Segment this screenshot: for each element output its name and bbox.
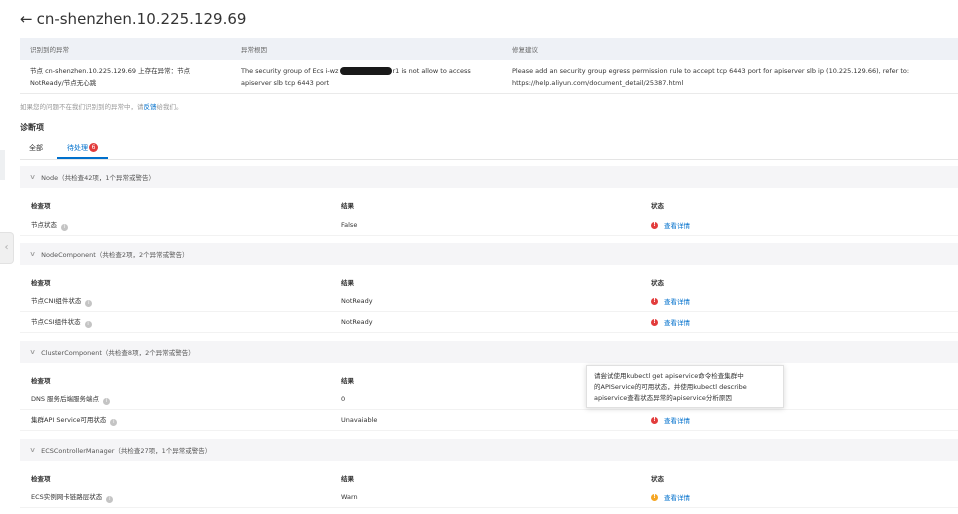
root-cause-cell: The security group of Ecs i-wz r1 is not … (241, 66, 471, 87)
table-row: DNS 服务后端服务端点 i 0 (20, 389, 958, 410)
abnormal-table-header: 识别到的异常 异常根因 修复建议 (20, 38, 958, 60)
column-header-row: 检查项 结果 状态 (31, 279, 664, 287)
header-fix-suggestion: 修复建议 (512, 46, 538, 54)
column-header-row: 检查项 结果 (31, 377, 354, 385)
error-status-icon: ! (651, 318, 658, 326)
error-status-icon: ! (651, 416, 658, 424)
info-icon[interactable]: i (103, 398, 111, 405)
group-header-ecscontrollermanager[interactable]: ∨ ECSControllerManager（共检查27项，1个异常或警告） (20, 439, 958, 461)
abnormal-table-row: 节点 cn-shenzhen.10.225.129.69 上存在异常：节点 No… (20, 60, 958, 94)
error-status-icon: ! (651, 297, 658, 305)
pending-count-badge: 6 (89, 143, 98, 152)
sidebar-toggle-handle[interactable]: ‹ (0, 232, 14, 264)
fix-suggestion-cell: Please add an security group egress perm… (500, 65, 958, 89)
info-icon[interactable]: i (85, 300, 93, 307)
header-identified-abnormal: 识别到的异常 (30, 46, 69, 54)
table-row: 节点CNI组件状态 i NotReady ! 查看详情 (20, 291, 958, 312)
view-details-link[interactable]: 查看详情 (664, 492, 690, 502)
abnormal-summary-table: 识别到的异常 异常根因 修复建议 节点 cn-shenzhen.10.225.1… (20, 38, 958, 94)
table-row: 节点状态 i False ! 查看详情 (20, 215, 958, 236)
column-header-row: 检查项 结果 状态 (31, 202, 664, 210)
chevron-down-icon: ∨ (29, 173, 36, 181)
tab-pending[interactable]: 待处理 6 (57, 141, 108, 159)
diagnosis-tooltip: 请尝试使用kubectl get apiservice命令检查集群中 的APIS… (586, 365, 784, 408)
diagnosis-tabs: 全部 待处理 6 (20, 141, 958, 160)
back-arrow-icon[interactable]: ← (20, 10, 33, 28)
table-row: 节点CSI组件状态 i NotReady ! 查看详情 (20, 312, 958, 333)
feedback-link[interactable]: 反馈 (144, 103, 157, 111)
view-details-link[interactable]: 查看详情 (664, 317, 690, 327)
view-details-link[interactable]: 查看详情 (664, 415, 690, 425)
sidebar-edge (0, 150, 5, 180)
header-root-cause: 异常根因 (241, 46, 267, 54)
info-icon[interactable]: i (84, 321, 92, 328)
diagnosis-section-title: 诊断项 (20, 123, 44, 132)
group-header-clustercomponent[interactable]: ∨ ClusterComponent（共检查8项，2个异常或警告） (20, 341, 958, 363)
warning-status-icon: ! (651, 493, 658, 501)
chevron-down-icon: ∨ (29, 446, 36, 454)
info-icon[interactable]: i (106, 496, 114, 503)
redaction-mark (340, 66, 393, 75)
page-header: ← cn-shenzhen.10.225.129.69 (20, 6, 246, 32)
feedback-note: 如果您的问题不在我们识别到的异常中，请反馈给我们。 (20, 103, 183, 111)
info-icon[interactable]: i (110, 419, 118, 426)
group-header-node[interactable]: ∨ Node（共检查42项，1个异常或警告） (20, 166, 958, 188)
view-details-link[interactable]: 查看详情 (664, 296, 690, 306)
error-status-icon: ! (651, 221, 658, 229)
table-row: 集群API Service可用状态 i Unavaiable ! 查看详情 (20, 410, 958, 431)
identified-abnormal-cell: 节点 cn-shenzhen.10.225.129.69 上存在异常：节点 No… (30, 66, 191, 87)
info-icon[interactable]: i (61, 224, 68, 231)
chevron-down-icon: ∨ (29, 348, 36, 356)
fix-doc-url: https://help.aliyun.com/document_detail/… (512, 78, 684, 87)
table-row: ECS实例网卡链路层状态 i Warn ! 查看详情 (20, 487, 958, 508)
chevron-down-icon: ∨ (29, 250, 36, 258)
column-header-row: 检查项 结果 状态 (31, 475, 664, 483)
page-title: cn-shenzhen.10.225.129.69 (36, 10, 247, 28)
tab-all[interactable]: 全部 (20, 141, 53, 159)
view-details-link[interactable]: 查看详情 (664, 220, 690, 230)
group-header-nodecomponent[interactable]: ∨ NodeComponent（共检查2项，2个异常或警告） (20, 243, 958, 265)
